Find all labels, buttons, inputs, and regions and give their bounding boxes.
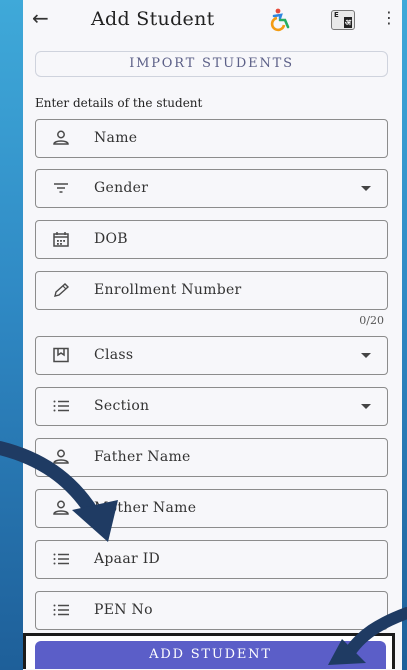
pencil-icon <box>54 283 70 297</box>
enrollment-char-counter: 0/20 <box>359 314 384 327</box>
bookmark-icon <box>53 347 69 363</box>
dob-field[interactable]: DOB <box>35 220 388 259</box>
list-icon <box>53 400 69 412</box>
enrollment-number-field[interactable]: Enrollment Number <box>35 271 388 310</box>
app-screen: ← Add Student E अ ⋮ IMPORT STUDENTS Ente… <box>23 0 402 670</box>
list-icon <box>53 553 69 565</box>
apaar-id-field[interactable]: Apaar ID <box>35 540 388 579</box>
list-icon <box>53 604 69 616</box>
father-name-label: Father Name <box>94 449 191 465</box>
page-title: Add Student <box>91 8 215 30</box>
app-bar: ← Add Student E अ ⋮ <box>23 0 402 40</box>
mother-name-label: Mother Name <box>94 500 197 516</box>
pen-no-label: PEN No <box>94 602 153 618</box>
section-select[interactable]: Section <box>35 387 388 426</box>
translate-label-left: E <box>334 11 339 19</box>
calendar-icon <box>53 232 69 247</box>
wheelchair-accessibility-icon[interactable] <box>267 8 293 32</box>
father-name-field[interactable]: Father Name <box>35 438 388 477</box>
more-vert-icon[interactable]: ⋮ <box>381 8 397 27</box>
section-label: Enter details of the student <box>35 96 203 110</box>
name-field[interactable]: Name <box>35 119 388 158</box>
gender-label: Gender <box>94 180 149 196</box>
section-label-text: Section <box>94 398 150 414</box>
pen-no-field[interactable]: PEN No <box>35 591 388 630</box>
mother-name-field[interactable]: Mother Name <box>35 489 388 528</box>
person-icon <box>53 449 69 464</box>
filter-icon <box>54 183 68 193</box>
person-icon <box>53 130 69 145</box>
gender-select[interactable]: Gender <box>35 169 388 208</box>
chevron-down-icon <box>361 353 371 358</box>
chevron-down-icon <box>361 186 371 191</box>
enrollment-number-label: Enrollment Number <box>94 282 242 298</box>
person-icon <box>53 500 69 515</box>
add-student-button[interactable]: ADD STUDENT <box>35 641 386 669</box>
translate-icon[interactable]: E अ <box>331 10 355 30</box>
class-label: Class <box>94 347 134 363</box>
back-arrow-icon[interactable]: ← <box>32 6 49 30</box>
import-students-button[interactable]: IMPORT STUDENTS <box>35 51 388 77</box>
translate-label-right: अ <box>343 17 352 28</box>
dob-label: DOB <box>94 231 128 247</box>
class-select[interactable]: Class <box>35 336 388 375</box>
apaar-id-label: Apaar ID <box>94 551 161 567</box>
name-label: Name <box>94 130 138 146</box>
chevron-down-icon <box>361 404 371 409</box>
